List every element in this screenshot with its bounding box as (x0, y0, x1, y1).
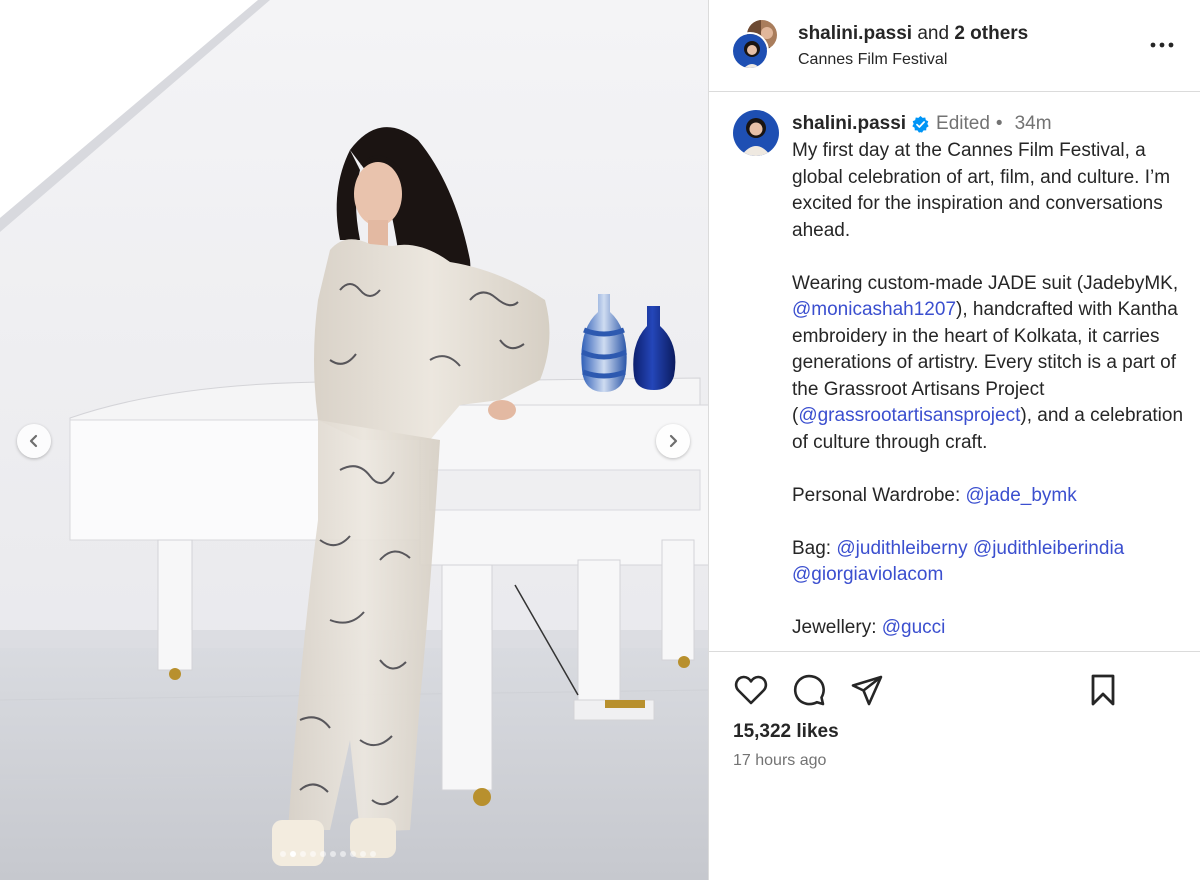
caption-paragraph: Wearing custom-made JADE suit (JadebyMK,… (792, 271, 1192, 457)
mention-link[interactable]: @grassrootartisansproject (798, 405, 1020, 426)
verified-badge-icon (912, 115, 929, 133)
caption-text-segment: Wearing custom-made JADE suit (JadebyMK, (792, 272, 1179, 294)
caption-paragraph: Personal Wardrobe: @jade_bymk (792, 483, 1192, 510)
caption-age: 34m (1014, 113, 1052, 134)
caption-username[interactable]: shalini.passi (792, 112, 906, 136)
carousel-dot (280, 851, 286, 857)
edited-label: Edited (936, 113, 990, 134)
authors-connector: and (917, 23, 950, 44)
send-icon (851, 675, 883, 706)
heart-icon (734, 675, 768, 705)
carousel-indicator (280, 851, 376, 857)
carousel-dot (350, 851, 356, 857)
post-side-panel: shalini.passi and 2 others Cannes Film F… (708, 0, 1200, 880)
post-header: shalini.passi and 2 others Cannes Film F… (709, 0, 1200, 92)
meta-separator: • (995, 113, 1003, 134)
more-options-button[interactable] (1146, 32, 1178, 58)
caption-paragraph: Bag: @judithleiberny @judithleiberindia … (792, 536, 1192, 589)
mention-link[interactable]: @judithleiberindia (973, 538, 1124, 559)
caption-text-segment: Bag: (792, 537, 837, 559)
carousel-dot (370, 851, 376, 857)
carousel-dot (310, 851, 316, 857)
mention-link[interactable]: @jade_bymk (966, 485, 1077, 506)
others-link[interactable]: 2 others (954, 23, 1028, 44)
likes-count[interactable]: 15,322 likes (733, 721, 839, 743)
caption-header: shalini.passi Edited • 34m (792, 112, 1052, 136)
save-button[interactable] (1085, 672, 1121, 708)
like-button[interactable] (733, 672, 769, 708)
caption-text-segment: Jewellery: (792, 617, 882, 638)
carousel-dot (330, 851, 336, 857)
carousel-dot (300, 851, 306, 857)
collab-avatars[interactable] (731, 18, 783, 72)
carousel-dot (360, 851, 366, 857)
carousel-dot (290, 851, 296, 857)
caption-text: My first day at the Cannes Film Festival… (792, 138, 1192, 642)
chevron-left-icon (29, 434, 38, 448)
comment-button[interactable] (791, 672, 827, 708)
caption-area[interactable]: shalini.passi Edited • 34m My first day … (709, 93, 1200, 651)
caption-paragraph: My first day at the Cannes Film Festival… (792, 140, 1171, 241)
mention-link[interactable]: @judithleiberny (836, 538, 967, 559)
caption-text-segment: Personal Wardrobe: (792, 484, 966, 506)
avatar[interactable] (733, 110, 779, 156)
comment-icon (793, 674, 825, 706)
mention-link[interactable]: @monicashah1207 (792, 299, 956, 320)
avatar[interactable] (731, 32, 769, 70)
post-timestamp[interactable]: 17 hours ago (733, 752, 826, 770)
post-photo (0, 0, 708, 880)
carousel-prev-button[interactable] (17, 424, 51, 458)
share-button[interactable] (849, 672, 885, 708)
post-actions: 15,322 likes 17 hours ago (709, 651, 1200, 880)
carousel-next-button[interactable] (656, 424, 690, 458)
more-options-icon (1150, 42, 1174, 48)
post-location[interactable]: Cannes Film Festival (798, 50, 947, 70)
post-authors: shalini.passi and 2 others (798, 22, 1028, 46)
post-media[interactable] (0, 0, 708, 880)
chevron-right-icon (669, 434, 678, 448)
carousel-dot (320, 851, 326, 857)
mention-link[interactable]: @giorgiaviolacom (792, 564, 943, 585)
caption-paragraph: Jewellery: @gucci (792, 615, 1192, 642)
bookmark-icon (1091, 674, 1115, 706)
author-username[interactable]: shalini.passi (798, 23, 912, 44)
mention-link[interactable]: @gucci (882, 617, 946, 638)
carousel-dot (340, 851, 346, 857)
